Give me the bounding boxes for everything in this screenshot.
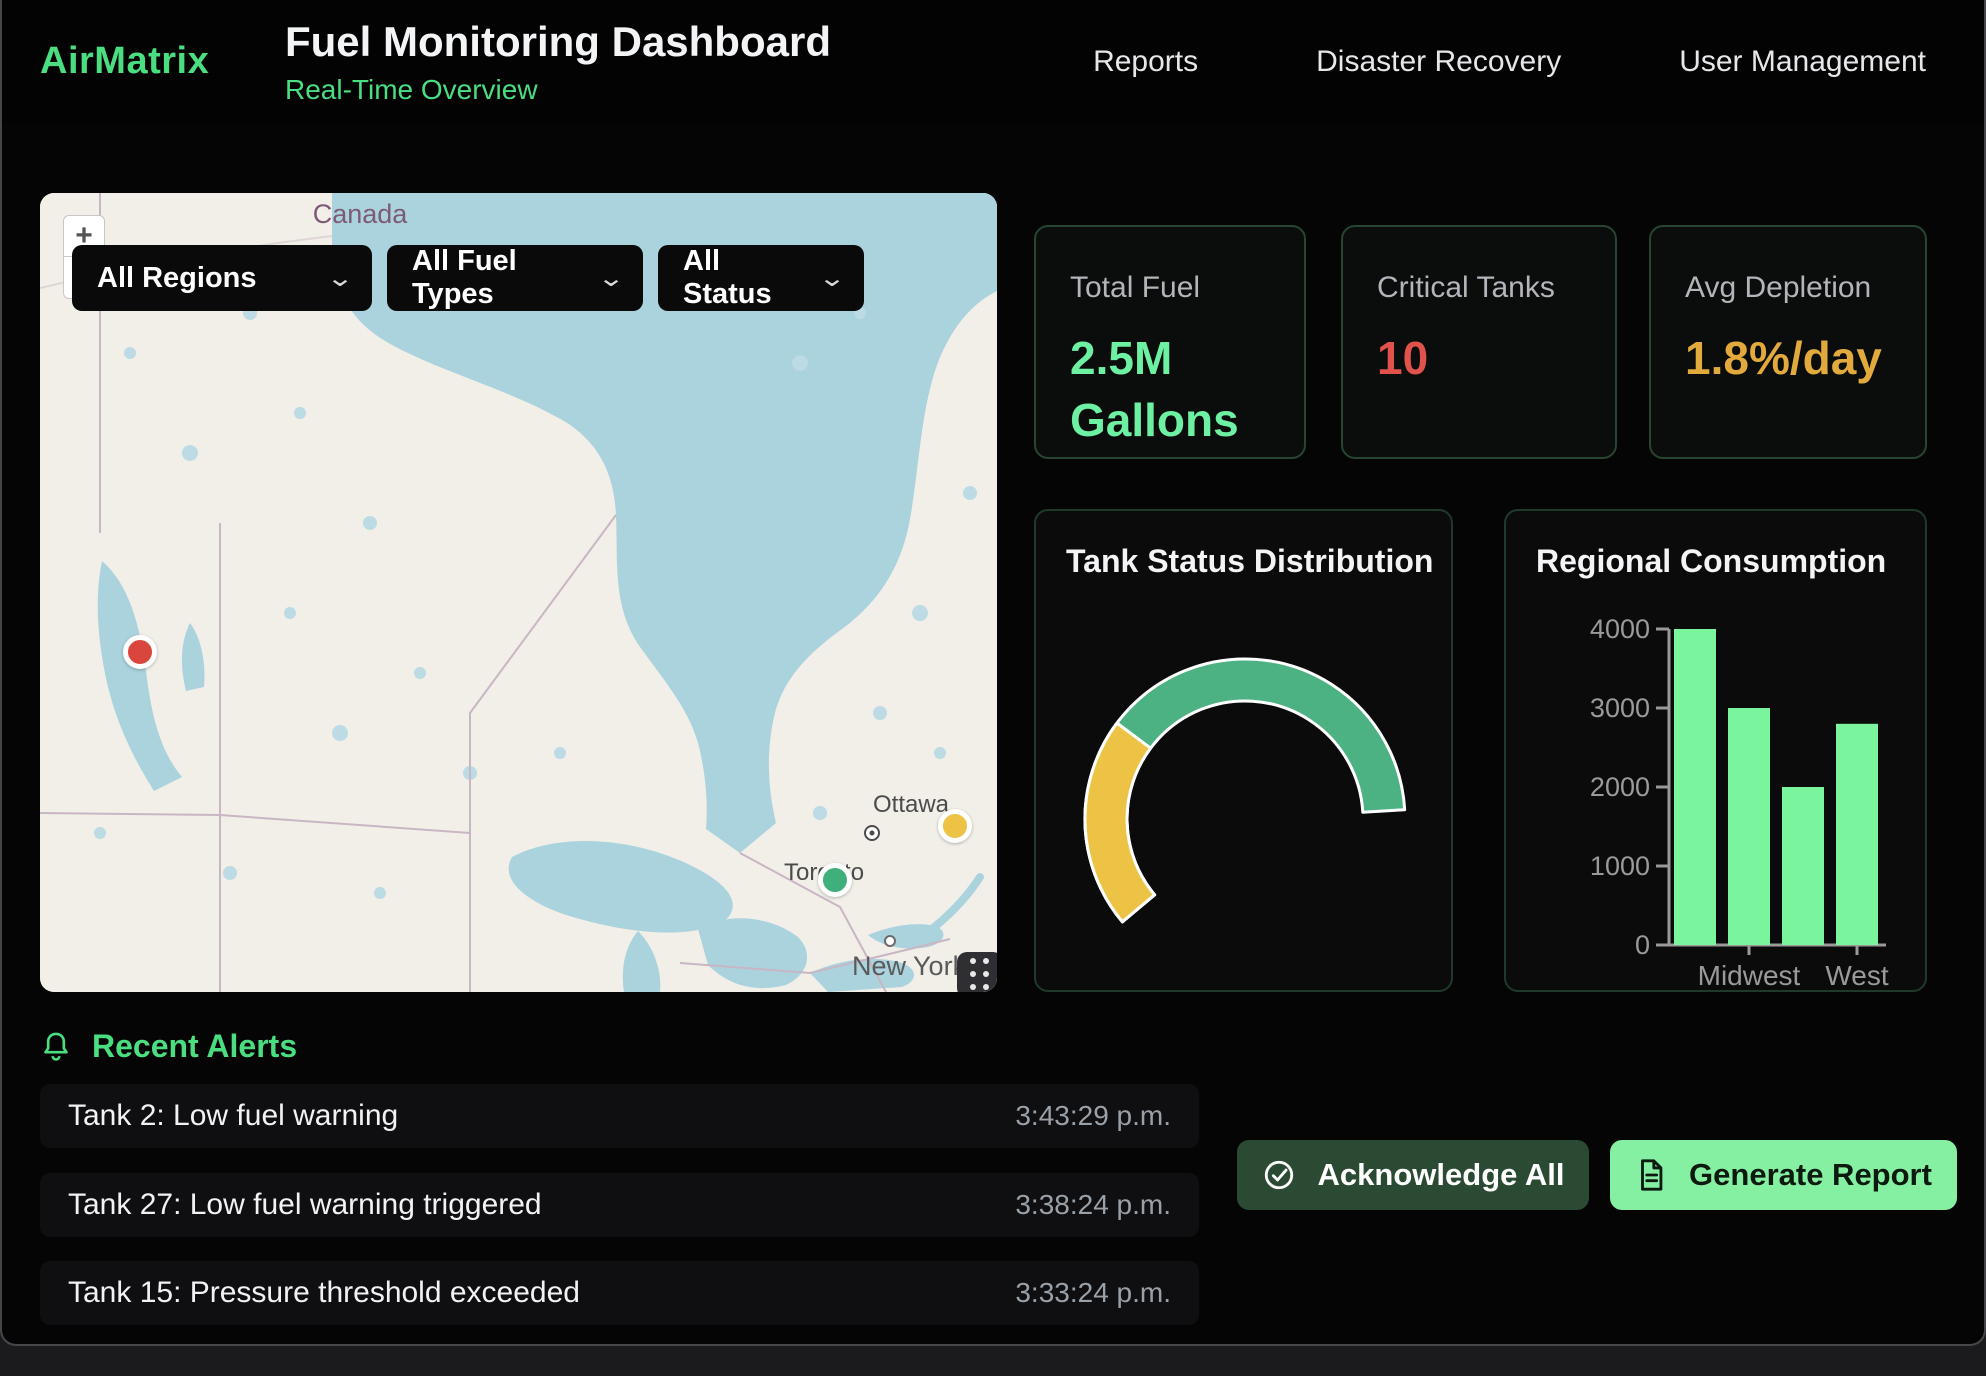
alert-timestamp: 3:43:29 p.m. (1015, 1100, 1171, 1132)
alert-message: Tank 2: Low fuel warning (68, 1099, 398, 1133)
alerts-title: Recent Alerts (92, 1028, 297, 1065)
y-axis-tick-label: 1000 (1590, 851, 1650, 881)
tank-marker-warning[interactable] (938, 809, 972, 843)
main-nav: Reports Disaster Recovery User Managemen… (1093, 0, 1926, 123)
check-circle-icon (1262, 1158, 1296, 1192)
regional-consumption-chart-card: Regional Consumption 0 1000 2000 3000 4000 Mi… (1504, 509, 1927, 992)
alert-timestamp: 3:33:24 p.m. (1015, 1277, 1171, 1309)
stat-label: Avg Depletion (1685, 271, 1891, 305)
y-axis-tick-label: 2000 (1590, 772, 1650, 802)
chevron-down-icon: ⌄ (818, 264, 846, 293)
alerts-header: Recent Alerts (40, 1028, 297, 1065)
nav-user-management[interactable]: User Management (1679, 45, 1926, 79)
region-filter-select[interactable]: All Regions ⌄ (72, 245, 372, 311)
donut-segment-yellow (1085, 723, 1155, 922)
tank-marker-critical[interactable] (123, 635, 157, 669)
x-axis-tick-label: Midwest (1698, 960, 1801, 990)
dashboard-shell: AirMatrix Fuel Monitoring Dashboard Real… (0, 0, 1986, 1346)
nav-disaster-recovery[interactable]: Disaster Recovery (1316, 45, 1561, 79)
tank-marker-normal[interactable] (818, 863, 852, 897)
y-axis-tick-label: 0 (1635, 930, 1650, 960)
alert-row[interactable]: Tank 15: Pressure threshold exceeded 3:3… (40, 1261, 1199, 1325)
fuel-monitoring-dashboard: AirMatrix Fuel Monitoring Dashboard Real… (0, 0, 1986, 1376)
map-filter-bar: All Regions ⌄ All Fuel Types ⌄ All Statu… (72, 245, 864, 311)
nav-reports[interactable]: Reports (1093, 45, 1198, 79)
stat-label: Total Fuel (1070, 271, 1270, 305)
stat-label: Critical Tanks (1377, 271, 1581, 305)
acknowledge-all-label: Acknowledge All (1318, 1157, 1565, 1193)
consumption-bar (1674, 629, 1716, 945)
y-axis-tick-label: 4000 (1590, 614, 1650, 644)
map-label-new-york: New York (852, 951, 966, 982)
header: AirMatrix Fuel Monitoring Dashboard Real… (2, 0, 1984, 123)
generate-report-button[interactable]: Generate Report (1610, 1140, 1957, 1210)
fuel-type-filter-select[interactable]: All Fuel Types ⌄ (387, 245, 643, 311)
map-label-ottawa: Ottawa (873, 791, 949, 819)
consumption-bar (1728, 708, 1770, 945)
stat-value: 2.5M Gallons (1070, 327, 1250, 451)
stat-value: 1.8%/day (1685, 327, 1865, 389)
stat-value: 10 (1377, 327, 1557, 389)
status-filter-value: All Status (683, 245, 794, 311)
new-york-marker (885, 936, 895, 946)
chevron-down-icon: ⌄ (326, 264, 354, 293)
status-filter-select[interactable]: All Status ⌄ (658, 245, 864, 311)
alert-row[interactable]: Tank 2: Low fuel warning 3:43:29 p.m. (40, 1084, 1199, 1148)
page-subtitle: Real-Time Overview (285, 74, 831, 106)
y-axis-tick-label: 3000 (1590, 693, 1650, 723)
bar-chart: 0 1000 2000 3000 4000 Midwest West (1506, 511, 1929, 990)
stat-card-critical-tanks: Critical Tanks 10 (1341, 225, 1617, 459)
map-label-canada: Canada (290, 199, 430, 230)
stat-card-total-fuel: Total Fuel 2.5M Gallons (1034, 225, 1306, 459)
stat-card-avg-depletion: Avg Depletion 1.8%/day (1649, 225, 1927, 459)
tank-status-chart-card: Tank Status Distribution (1034, 509, 1453, 992)
alert-row[interactable]: Tank 27: Low fuel warning triggered 3:38… (40, 1173, 1199, 1237)
chevron-down-icon: ⌄ (597, 264, 625, 293)
chart-title: Regional Consumption (1536, 543, 1886, 580)
consumption-bar (1782, 787, 1824, 945)
alert-message: Tank 27: Low fuel warning triggered (68, 1188, 542, 1222)
x-axis-tick-label: West (1825, 960, 1888, 990)
alert-message: Tank 15: Pressure threshold exceeded (68, 1276, 580, 1310)
alert-timestamp: 3:38:24 p.m. (1015, 1189, 1171, 1221)
ottawa-marker (865, 826, 879, 840)
page-title: Fuel Monitoring Dashboard (285, 18, 831, 66)
chart-title: Tank Status Distribution (1066, 543, 1433, 580)
donut-chart (1036, 511, 1455, 990)
bell-icon (40, 1030, 72, 1064)
generate-report-label: Generate Report (1689, 1157, 1932, 1193)
fuel-type-filter-value: All Fuel Types (412, 245, 573, 311)
title-block: Fuel Monitoring Dashboard Real-Time Over… (285, 18, 831, 106)
document-icon (1635, 1158, 1667, 1192)
map-panel[interactable]: Canada Toronto Ottawa New York + − All R… (40, 193, 997, 992)
brand-logo: AirMatrix (40, 40, 209, 83)
region-filter-value: All Regions (97, 262, 257, 295)
map-drag-handle-icon[interactable] (957, 952, 997, 992)
acknowledge-all-button[interactable]: Acknowledge All (1237, 1140, 1589, 1210)
consumption-bar (1836, 724, 1878, 945)
